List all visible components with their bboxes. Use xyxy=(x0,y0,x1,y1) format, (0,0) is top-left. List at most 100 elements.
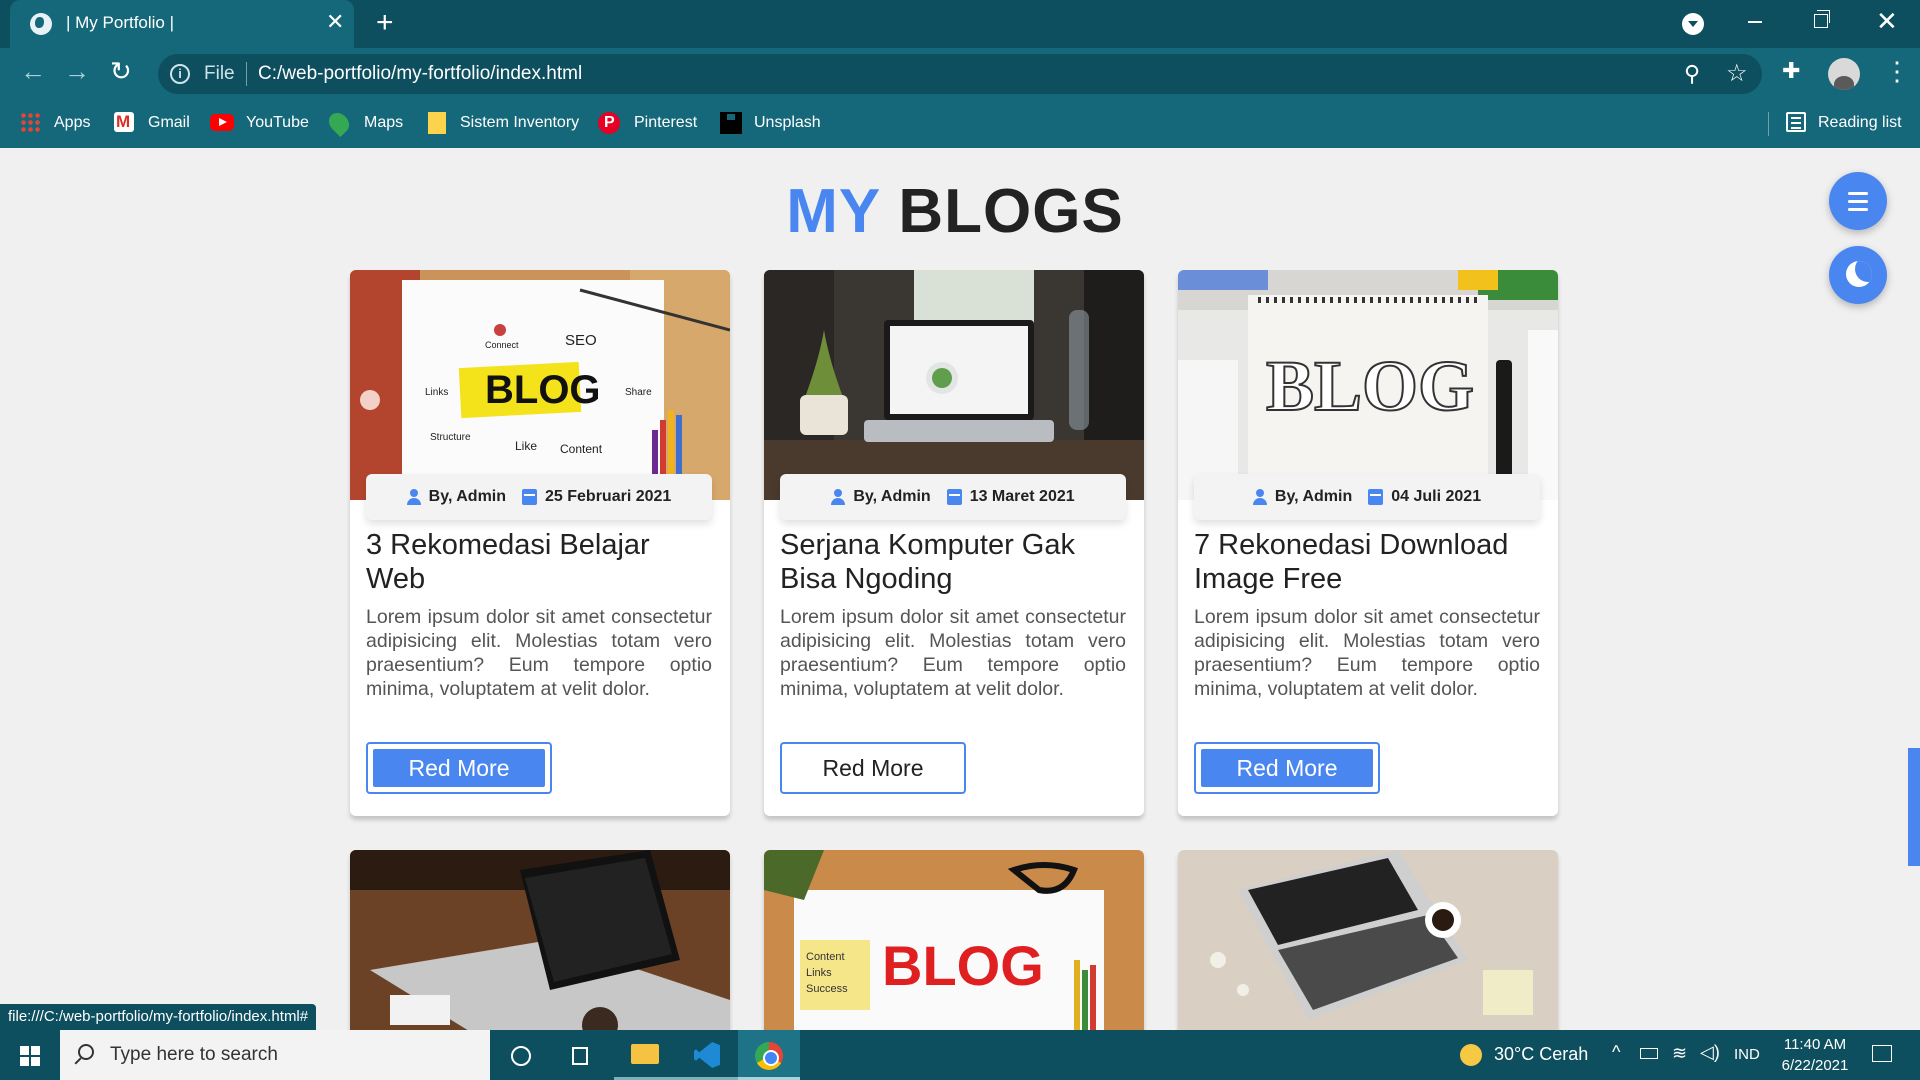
svg-text:BLOG: BLOG xyxy=(882,934,1044,997)
chrome-icon[interactable] xyxy=(738,1030,800,1080)
reload-icon[interactable]: ↻ xyxy=(110,56,132,87)
tab-search-icon[interactable] xyxy=(1682,13,1704,35)
page-title-rest: BLOGS xyxy=(898,177,1124,246)
taskbar-search-placeholder: Type here to search xyxy=(110,1044,278,1065)
window-close-icon[interactable]: ✕ xyxy=(1876,6,1898,37)
blog-excerpt: Lorem ipsum dolor sit amet consectetur a… xyxy=(1194,606,1540,700)
blog-author: By, Admin xyxy=(428,488,507,505)
svg-text:Links: Links xyxy=(806,967,832,979)
user-icon xyxy=(831,489,846,505)
blog-card-meta: By, Admin 04 Juli 2021 xyxy=(1194,474,1540,520)
blog-author: By, Admin xyxy=(1274,488,1353,505)
svg-text:BLOG: BLOG xyxy=(1266,346,1474,426)
moon-icon xyxy=(1846,261,1872,287)
bookmark-apps[interactable]: Apps xyxy=(54,114,90,132)
notifications-icon[interactable] xyxy=(1872,1045,1892,1062)
read-more-button[interactable]: Red More xyxy=(780,742,966,794)
svg-text:BLOG: BLOG xyxy=(485,368,601,412)
blog-excerpt: Lorem ipsum dolor sit amet consectetur a… xyxy=(780,606,1126,700)
forward-arrow-icon[interactable]: → xyxy=(64,56,90,87)
blog-card-image: BLOG SEO Links Share Structure Like Cont… xyxy=(350,270,730,500)
calendar-icon xyxy=(946,489,962,505)
maps-icon xyxy=(324,108,354,138)
tab-title: | My Portfolio | xyxy=(66,13,175,32)
zoom-icon[interactable]: ⚲ xyxy=(1684,61,1700,87)
extensions-puzzle-icon[interactable]: ✚ xyxy=(1782,58,1800,84)
cortana-icon[interactable] xyxy=(490,1030,552,1080)
bookmark-gmail[interactable]: Gmail xyxy=(148,114,190,132)
info-icon[interactable]: i xyxy=(170,64,190,84)
bookmark-star-icon[interactable]: ☆ xyxy=(1726,59,1748,88)
hamburger-icon xyxy=(1848,192,1868,195)
read-more-label: Red More xyxy=(1201,749,1373,787)
file-explorer-icon[interactable] xyxy=(614,1030,676,1080)
close-tab-icon[interactable]: ✕ xyxy=(326,9,344,35)
battery-icon[interactable] xyxy=(1640,1048,1658,1059)
blog-card-image: BLOG xyxy=(1178,270,1558,500)
page-title-accent: MY xyxy=(786,177,881,246)
dark-mode-toggle-button[interactable] xyxy=(1829,246,1887,304)
bookmark-maps[interactable]: Maps xyxy=(364,114,403,132)
link-status-bubble: file:///C:/web-portfolio/my-fortfolio/in… xyxy=(0,1004,317,1030)
bookmark-sistem-inventory[interactable]: Sistem Inventory xyxy=(460,114,579,132)
weather-text[interactable]: 30°C Cerah xyxy=(1494,1044,1588,1065)
page-title: MY BLOGS xyxy=(0,176,1910,247)
back-arrow-icon[interactable]: ← xyxy=(20,56,46,87)
calendar-icon xyxy=(1368,489,1384,505)
pinterest-icon xyxy=(598,112,620,134)
bookmark-youtube[interactable]: YouTube xyxy=(246,114,309,132)
calendar-icon xyxy=(522,489,538,505)
blog-card: Content Links Success BLOG xyxy=(764,850,1144,1030)
svg-text:Like: Like xyxy=(515,439,537,453)
minimize-icon[interactable] xyxy=(1748,21,1762,23)
address-divider xyxy=(246,62,247,86)
taskbar-search-box[interactable]: Type here to search xyxy=(60,1030,490,1080)
url-text[interactable]: C:/web-portfolio/my-fortfolio/index.html xyxy=(258,63,582,85)
bookmarks-bar: Apps Gmail YouTube Maps Sistem Inventory… xyxy=(0,100,1920,148)
read-more-label: Red More xyxy=(787,749,959,787)
browser-tab[interactable]: | My Portfolio | ✕ xyxy=(10,0,354,48)
search-icon xyxy=(78,1044,94,1060)
user-icon xyxy=(1252,489,1267,505)
blog-card: By, Admin 13 Maret 2021 Serjana Komputer… xyxy=(764,270,1144,816)
reading-list-icon xyxy=(1786,112,1806,132)
task-view-icon[interactable] xyxy=(552,1030,614,1080)
bookmark-pinterest[interactable]: Pinterest xyxy=(634,114,697,132)
tray-chevron-icon[interactable]: ^ xyxy=(1612,1042,1620,1063)
svg-text:Success: Success xyxy=(806,983,848,995)
windows-taskbar: Type here to search 30°C Cerah ^ ≋ ◁) IN… xyxy=(0,1030,1920,1080)
new-tab-button[interactable]: + xyxy=(376,6,394,40)
browser-tab-bar: | My Portfolio | ✕ + ✕ xyxy=(0,0,1920,48)
svg-text:SEO: SEO xyxy=(565,332,597,349)
more-menu-icon[interactable]: ⋮ xyxy=(1884,56,1910,87)
clock-time[interactable]: 11:40 AM xyxy=(1780,1036,1850,1053)
vscode-icon[interactable] xyxy=(676,1030,738,1080)
read-more-button[interactable]: Red More xyxy=(1194,742,1380,794)
windows-start-icon[interactable] xyxy=(20,1046,40,1066)
read-more-button[interactable]: Red More xyxy=(366,742,552,794)
blog-title: 7 Rekonedasi Download Image Free xyxy=(1194,529,1509,595)
weather-icon[interactable] xyxy=(1460,1044,1482,1066)
bookmark-unsplash[interactable]: Unsplash xyxy=(754,114,821,132)
profile-avatar[interactable] xyxy=(1828,58,1860,90)
blog-date: 13 Maret 2021 xyxy=(969,488,1075,505)
unsplash-icon xyxy=(720,112,742,134)
folder-icon xyxy=(428,112,446,134)
page-scrollbar[interactable] xyxy=(1908,748,1920,866)
blog-card-image xyxy=(764,270,1144,500)
blog-author: By, Admin xyxy=(853,488,931,505)
volume-icon[interactable]: ◁) xyxy=(1700,1042,1720,1063)
blog-card-image xyxy=(350,850,730,1030)
blog-card-meta: By, Admin 13 Maret 2021 xyxy=(780,474,1126,520)
clock-date[interactable]: 6/22/2021 xyxy=(1774,1057,1856,1074)
svg-text:Structure: Structure xyxy=(430,432,471,443)
language-indicator[interactable]: IND xyxy=(1734,1046,1760,1063)
file-scheme-label: File xyxy=(204,63,235,84)
menu-toggle-button[interactable] xyxy=(1829,172,1887,230)
address-bar[interactable]: i File C:/web-portfolio/my-fortfolio/ind… xyxy=(158,54,1762,94)
reading-list-button[interactable]: Reading list xyxy=(1818,114,1902,132)
restore-icon[interactable] xyxy=(1814,10,1830,28)
wifi-icon[interactable]: ≋ xyxy=(1672,1043,1687,1064)
svg-text:Content: Content xyxy=(806,951,845,963)
blog-card-image xyxy=(1178,850,1558,1030)
